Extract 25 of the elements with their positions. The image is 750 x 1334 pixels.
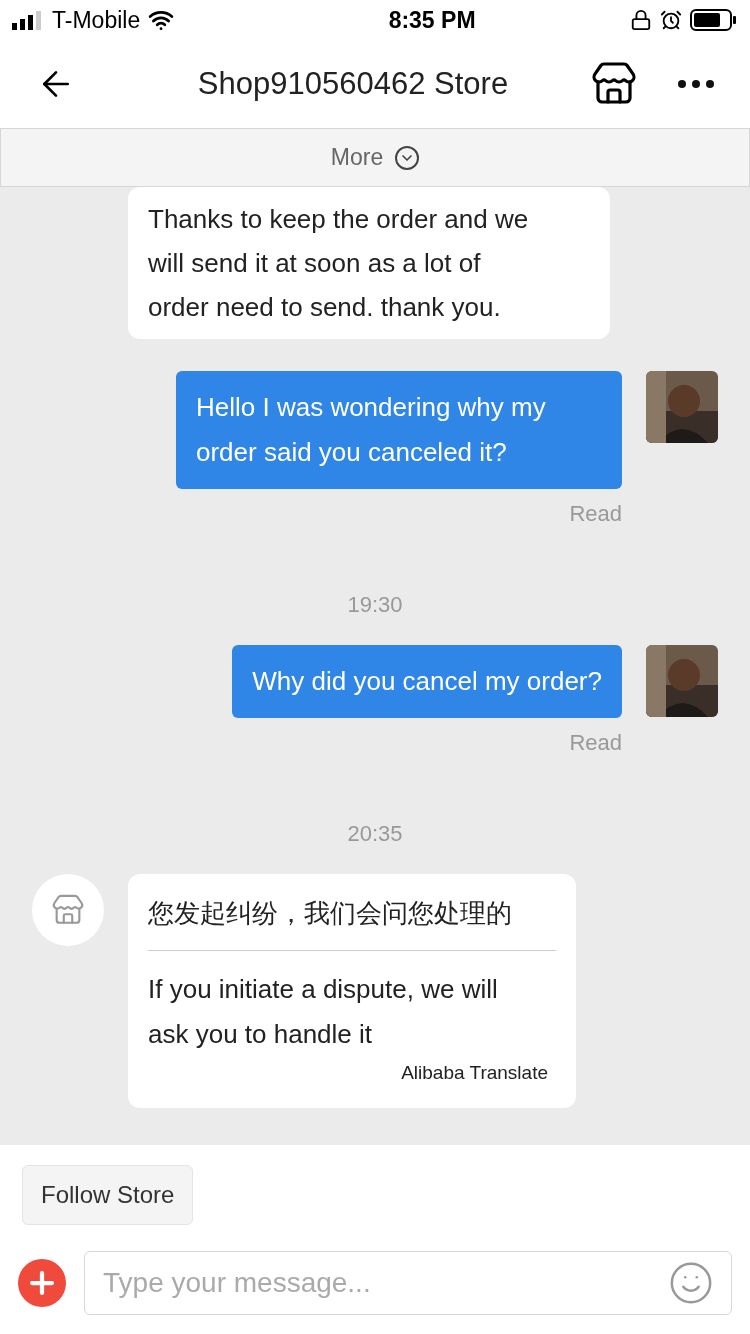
signal-icon — [12, 10, 44, 30]
translation-source: Alibaba Translate — [401, 1061, 548, 1085]
store-title: Shop910560462 Store — [196, 64, 510, 103]
carrier-name: T-Mobile — [52, 5, 141, 35]
message-input[interactable]: Type your message... — [84, 1251, 732, 1315]
more-options-button[interactable] — [678, 80, 714, 88]
message-bubble: Hello I was wondering why my order said you canceled it? — [176, 371, 622, 489]
follow-store-button[interactable]: Follow Store — [22, 1165, 194, 1225]
message-bubble: Why did you cancel my order? — [232, 645, 622, 718]
clock: 8:35 PM — [388, 5, 476, 35]
original-text: 您发起纠纷，我们会问您处理的 — [148, 890, 556, 951]
more-bar[interactable]: More — [0, 128, 750, 187]
translated-text: If you initiate a dispute, we will ask you to handle it — [148, 973, 499, 1051]
read-receipt: Read — [569, 729, 622, 757]
emoji-icon[interactable] — [668, 1260, 714, 1306]
timestamp: 20:35 — [347, 820, 403, 848]
timestamp: 19:30 — [347, 591, 403, 619]
alarm-icon — [660, 9, 682, 31]
message-bubble: Thanks to keep the order and we will send it at soon as a lot of order need to send. thank you. — [128, 187, 610, 339]
chevron-down-icon — [395, 145, 420, 170]
battery-icon — [690, 9, 738, 31]
add-button[interactable] — [18, 1259, 66, 1307]
more-icon — [678, 80, 714, 88]
store-icon — [51, 893, 85, 927]
read-receipt: Read — [569, 500, 622, 528]
